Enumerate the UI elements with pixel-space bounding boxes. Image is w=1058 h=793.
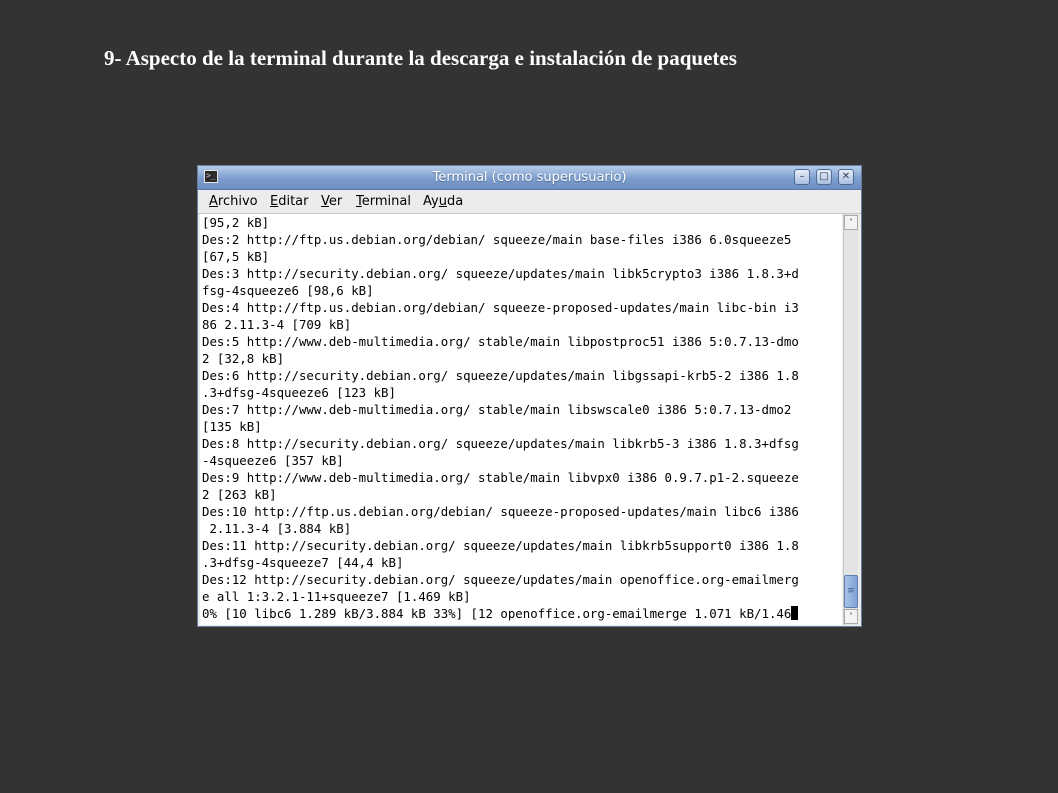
- maximize-button[interactable]: □: [816, 169, 832, 185]
- terminal-line: .3+dfsg-4squeeze7 [44,4 kB]: [202, 555, 404, 570]
- terminal-line: Des:4 http://ftp.us.debian.org/debian/ s…: [202, 300, 799, 315]
- menu-ayuda[interactable]: Ayuda: [423, 194, 463, 209]
- terminal-line: .3+dfsg-4squeeze6 [123 kB]: [202, 385, 396, 400]
- menu-ver[interactable]: Ver: [321, 194, 342, 209]
- terminal-line: [95,2 kB]: [202, 215, 270, 230]
- terminal-line: 86 2.11.3-4 [709 kB]: [202, 317, 352, 332]
- menu-bar: Archivo Editar Ver Terminal Ayuda: [198, 190, 861, 214]
- terminal-line: Des:11 http://security.debian.org/ squee…: [202, 538, 799, 553]
- terminal-line: [135 kB]: [202, 419, 262, 434]
- terminal-status-line: 0% [10 libc6 1.289 kB/3.884 kB 33%] [12 …: [202, 605, 799, 622]
- terminal-line: 2 [32,8 kB]: [202, 351, 285, 366]
- terminal-window: >_ Terminal (como superusuario) – □ ✕ Ar…: [197, 165, 862, 627]
- minimize-button[interactable]: –: [794, 169, 810, 185]
- terminal-line: Des:8 http://security.debian.org/ squeez…: [202, 436, 799, 451]
- menu-editar[interactable]: Editar: [270, 194, 309, 209]
- terminal-line: [67,5 kB]: [202, 249, 270, 264]
- terminal-line: Des:5 http://www.deb-multimedia.org/ sta…: [202, 334, 799, 349]
- terminal-line: Des:6 http://security.debian.org/ squeez…: [202, 368, 799, 383]
- scroll-up-arrow-icon[interactable]: ˄: [844, 215, 858, 230]
- window-title: Terminal (como superusuario): [432, 170, 627, 185]
- terminal-line: e all 1:3.2.1-11+squeeze7 [1.469 kB]: [202, 589, 471, 604]
- terminal-line: 2 [263 kB]: [202, 487, 277, 502]
- terminal-line: fsg-4squeeze6 [98,6 kB]: [202, 283, 374, 298]
- terminal-line: Des:7 http://www.deb-multimedia.org/ sta…: [202, 402, 792, 417]
- download-progress-text: 0% [10 libc6 1.289 kB/3.884 kB 33%] [12 …: [202, 606, 792, 621]
- window-titlebar[interactable]: >_ Terminal (como superusuario) – □ ✕: [198, 166, 861, 190]
- terminal-line: Des:9 http://www.deb-multimedia.org/ sta…: [202, 470, 799, 485]
- menu-terminal[interactable]: Terminal: [356, 194, 411, 209]
- scroll-down-arrow-icon[interactable]: ˅: [844, 609, 858, 624]
- terminal-line: Des:3 http://security.debian.org/ squeez…: [202, 266, 799, 281]
- slide-heading: 9- Aspecto de la terminal durante la des…: [104, 46, 737, 70]
- menu-archivo[interactable]: Archivo: [209, 194, 258, 209]
- scrollbar-thumb[interactable]: ≡: [844, 575, 858, 608]
- terminal-line: Des:10 http://ftp.us.debian.org/debian/ …: [202, 504, 799, 519]
- terminal-line: -4squeeze6 [357 kB]: [202, 453, 344, 468]
- terminal-cursor: [791, 606, 799, 620]
- vertical-scrollbar[interactable]: ˄ ≡ ˅: [843, 214, 858, 625]
- terminal-line: Des:12 http://security.debian.org/ squee…: [202, 572, 799, 587]
- terminal-line: Des:2 http://ftp.us.debian.org/debian/ s…: [202, 232, 792, 247]
- close-button[interactable]: ✕: [838, 169, 854, 185]
- terminal-line: 2.11.3-4 [3.884 kB]: [202, 521, 352, 536]
- terminal-output[interactable]: [95,2 kB] Des:2 http://ftp.us.debian.org…: [200, 214, 842, 625]
